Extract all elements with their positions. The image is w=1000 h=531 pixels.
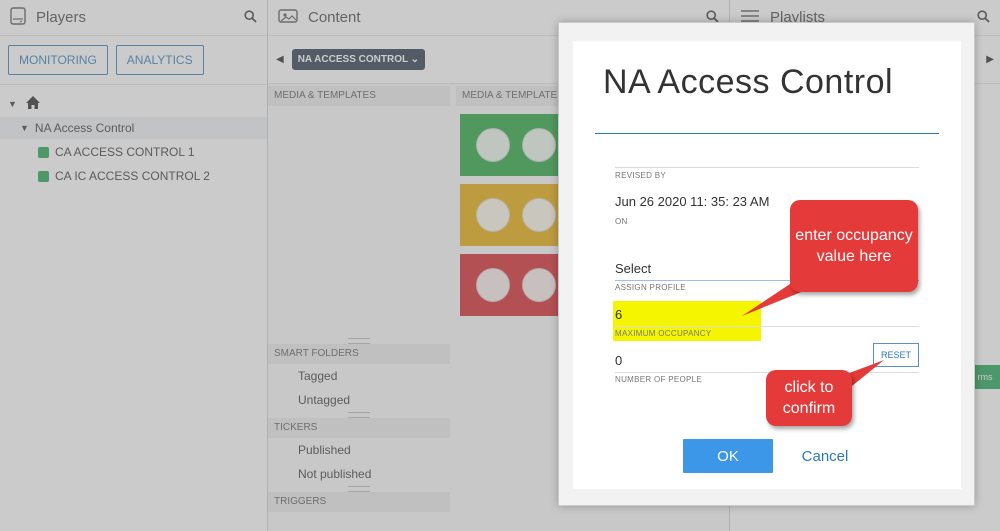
callout-click-to-confirm: click to confirm — [766, 370, 852, 426]
callout-enter-occupancy: enter occupancy value here — [790, 200, 918, 292]
